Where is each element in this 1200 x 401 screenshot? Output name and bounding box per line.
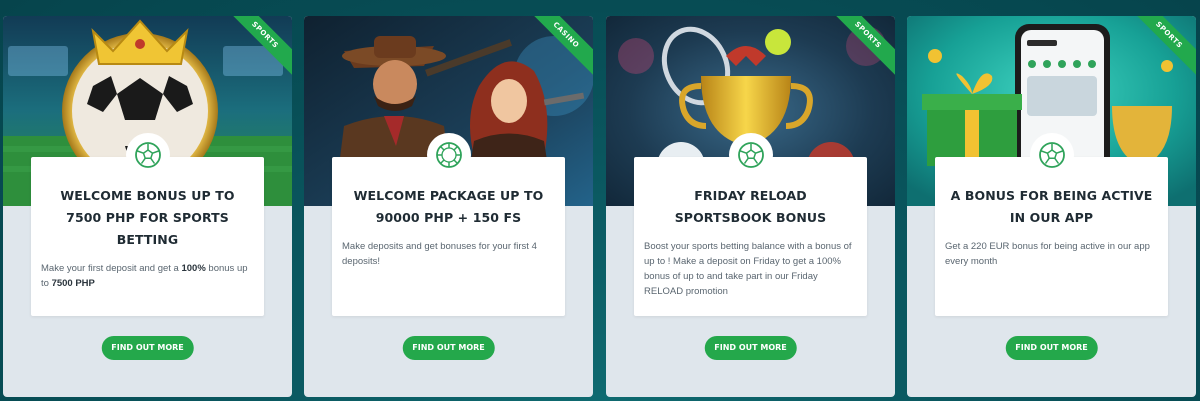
find-out-more-button[interactable]: FIND OUT MORE: [1005, 336, 1098, 360]
casino-chip-icon: [426, 133, 471, 177]
soccer-ball-icon: [125, 133, 170, 177]
find-out-more-button[interactable]: FIND OUT MORE: [704, 336, 797, 360]
promo-title: A BONUS FOR BEING ACTIVE IN OUR APP: [950, 188, 1153, 225]
promotions-grid: SPORTS WELCOME BONUS UP TO 7500 PHP FOR …: [0, 0, 1200, 401]
promo-title: FRIDAY RELOAD SPORTSBOOK BONUS: [674, 188, 827, 225]
soccer-ball-icon: [1029, 133, 1074, 177]
find-out-more-button[interactable]: FIND OUT MORE: [101, 336, 194, 360]
promo-title: WELCOME PACKAGE UP TO 90000 PHP + 150 FS: [353, 188, 544, 225]
promo-description: Boost your sports betting balance with a…: [644, 241, 852, 297]
promo-panel: WELCOME BONUS UP TO 7500 PHP FOR SPORTS …: [31, 133, 264, 316]
promo-card-friday-reload[interactable]: SPORTS FRIDAY RELOAD SPORTSBOOK BONUS Bo…: [606, 16, 895, 397]
promo-panel: A BONUS FOR BEING ACTIVE IN OUR APP Get …: [935, 133, 1168, 316]
promo-card-welcome-sports[interactable]: SPORTS WELCOME BONUS UP TO 7500 PHP FOR …: [3, 16, 292, 397]
promo-card-welcome-casino[interactable]: CASINO WELCOME PACKAGE UP TO 90000 PHP +…: [304, 16, 593, 397]
find-out-more-button[interactable]: FIND OUT MORE: [402, 336, 495, 360]
promo-card-app-bonus[interactable]: SPORTS A BONUS FOR BEING ACTIVE IN OUR A…: [907, 16, 1196, 397]
promo-description: Make deposits and get bonuses for your f…: [342, 241, 537, 267]
promo-description: Get a 220 EUR bonus for being active in …: [945, 241, 1150, 267]
promo-title: WELCOME BONUS UP TO 7500 PHP FOR SPORTS …: [60, 188, 235, 247]
promo-description: Make your first deposit and get a 100% b…: [41, 263, 248, 289]
soccer-ball-icon: [728, 133, 773, 177]
promo-panel: WELCOME PACKAGE UP TO 90000 PHP + 150 FS…: [332, 133, 565, 316]
promo-panel: FRIDAY RELOAD SPORTSBOOK BONUS Boost you…: [634, 133, 867, 316]
